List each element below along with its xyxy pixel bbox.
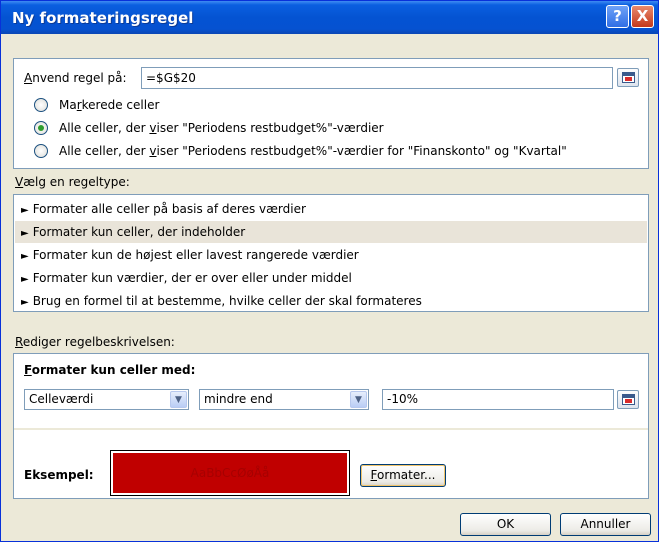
rule-type-label: Vælg en regeltype:: [15, 175, 130, 189]
dialog-window: Ny formateringsregel ? X Anvend regel på…: [0, 0, 659, 542]
help-button[interactable]: ?: [606, 5, 629, 28]
format-only-cells-heading: Formater kun celler med:: [24, 363, 196, 377]
rule-type-item[interactable]: ► Formater kun de højest eller lavest ran…: [15, 244, 647, 266]
operator-select[interactable]: mindre end ▼: [199, 389, 369, 410]
preview-sample: AaBbCcØøÅå: [113, 453, 347, 493]
condition-panel: Formater kun celler med: Celleværdi ▼ mi…: [14, 354, 648, 428]
close-icon: X: [636, 7, 649, 25]
range-select-icon: [622, 72, 635, 83]
radio-all-cells-for[interactable]: [34, 144, 48, 158]
arrow-right-icon: ►: [21, 251, 29, 262]
range-select-icon: [622, 394, 635, 405]
preview-label: Eksempel:: [24, 468, 94, 482]
edit-description-label: Rediger regelbeskrivelsen:: [15, 335, 175, 349]
help-icon: ?: [613, 7, 622, 25]
condition-value-input[interactable]: -10%: [382, 389, 614, 410]
chevron-down-icon[interactable]: ▼: [350, 391, 367, 408]
rule-description-group: Formater kun celler med: Celleværdi ▼ mi…: [13, 353, 649, 499]
title-bar[interactable]: Ny formateringsregel ? X: [1, 1, 658, 34]
range-select-button[interactable]: [617, 68, 639, 87]
rule-type-item[interactable]: ► Formater kun værdier, der er over eller…: [15, 267, 647, 289]
arrow-right-icon: ►: [21, 228, 29, 239]
ok-button[interactable]: OK: [460, 513, 551, 536]
scope-option-label: Markerede celler: [59, 98, 160, 112]
chevron-down-icon[interactable]: ▼: [170, 391, 187, 408]
arrow-right-icon: ►: [21, 274, 29, 285]
scope-option-label: Alle celler, der viser "Periodens restbu…: [59, 121, 384, 135]
condition-field-value: Celleværdi: [29, 392, 94, 406]
preview-box: AaBbCcØøÅå: [110, 450, 350, 496]
operator-value: mindre end: [204, 392, 273, 406]
apply-rule-input[interactable]: =$G$20: [141, 67, 613, 89]
scope-option-selected-cells[interactable]: Markerede celler: [34, 96, 434, 114]
apply-rule-label: Anvend regel på:: [24, 71, 127, 85]
range-select-button[interactable]: [617, 390, 639, 409]
radio-all-cells[interactable]: [34, 121, 48, 135]
arrow-right-icon: ►: [21, 297, 29, 308]
close-button[interactable]: X: [631, 5, 654, 28]
rule-type-list[interactable]: ► Formater alle celler på basis af deres …: [13, 194, 649, 312]
radio-selected-cells[interactable]: [34, 98, 48, 112]
scope-option-all-cells-for[interactable]: Alle celler, der viser "Periodens restbu…: [34, 142, 634, 160]
scope-option-all-cells[interactable]: Alle celler, der viser "Periodens restbu…: [34, 119, 594, 137]
arrow-right-icon: ►: [21, 205, 29, 216]
condition-field-select[interactable]: Celleværdi ▼: [24, 389, 189, 410]
rule-type-item[interactable]: ► Formater kun celler, der indeholder: [15, 221, 647, 243]
rule-type-item[interactable]: ► Formater alle celler på basis af deres …: [15, 198, 647, 220]
format-button[interactable]: Formater...: [360, 464, 446, 487]
cancel-button[interactable]: Annuller: [560, 513, 651, 536]
rule-type-item[interactable]: ► Brug en formel til at bestemme, hvilke …: [15, 290, 647, 312]
apply-rule-group: Anvend regel på: =$G$20 Markerede celler…: [13, 58, 649, 169]
scope-option-label: Alle celler, der viser "Periodens restbu…: [59, 144, 567, 158]
dialog-title: Ny formateringsregel: [12, 9, 194, 27]
